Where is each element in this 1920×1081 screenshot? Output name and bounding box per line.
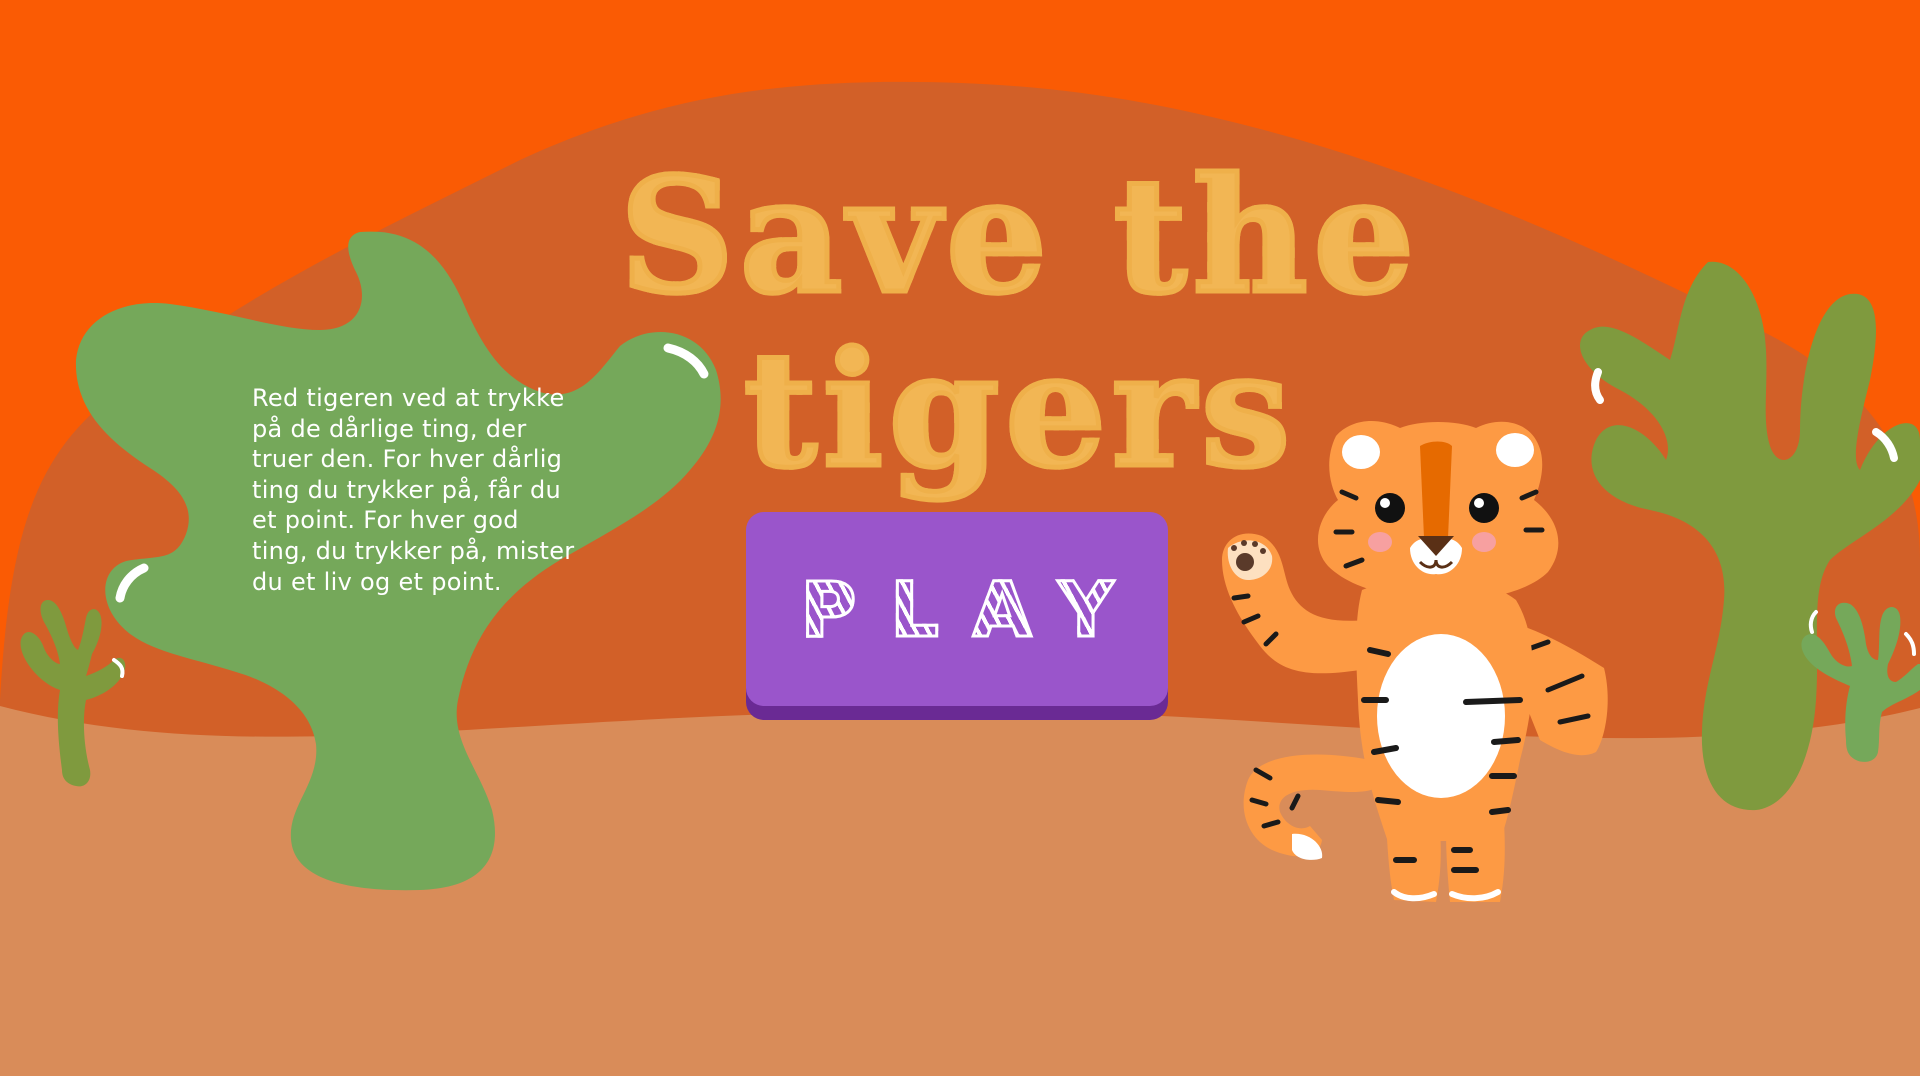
play-button-label: PLAY: [799, 563, 1148, 655]
ground: [0, 706, 1920, 1081]
instructions-text: Red tigeren ved at trykke på de dårlige …: [252, 384, 575, 596]
play-button[interactable]: PLAY: [746, 512, 1168, 706]
bottom-strip: [0, 1076, 1920, 1081]
